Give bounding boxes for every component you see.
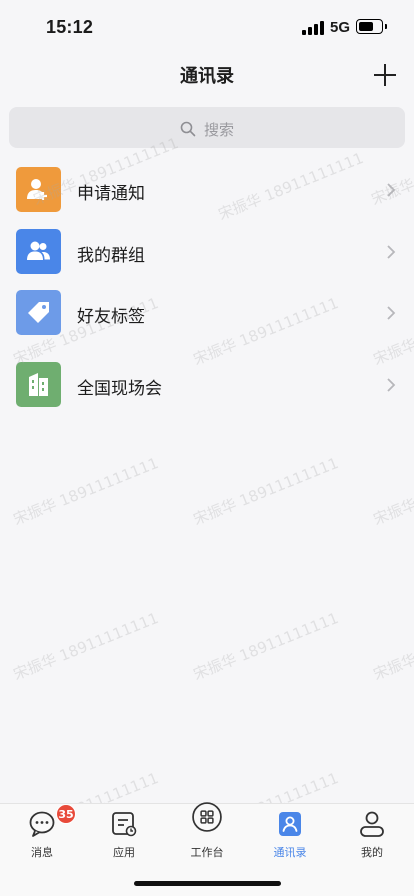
building-icon: [29, 373, 48, 396]
menu-icon-bg: [16, 362, 61, 407]
chevron-right-icon: [387, 378, 396, 392]
page-title: 通讯录: [180, 66, 234, 87]
menu-item-apply-notice[interactable]: 申请通知: [0, 160, 414, 220]
search-bar[interactable]: 搜索: [9, 107, 405, 148]
menu-icon-bg: [16, 229, 61, 274]
tab-label: 应用: [113, 846, 135, 859]
battery-icon: [356, 19, 383, 34]
watermark: 宋振华 18911111111: [10, 608, 161, 684]
signal-icon: [302, 21, 324, 35]
watermark: 宋振华 18911111111: [10, 453, 161, 529]
tab-contacts[interactable]: 通讯录: [255, 804, 325, 866]
chevron-right-icon: [387, 183, 396, 197]
tag-icon: [28, 302, 49, 323]
search-placeholder: 搜索: [203, 121, 234, 139]
app-icon: [112, 812, 137, 837]
watermark: 宋振华 18911111111: [370, 609, 414, 684]
menu-item-label: 好友标签: [77, 307, 145, 327]
status-bar: 15:12 5G: [0, 0, 414, 54]
plus-icon: [374, 64, 396, 86]
tab-profile[interactable]: 我的: [337, 804, 407, 866]
search-icon: [180, 121, 196, 136]
watermark: 宋振华 18911111111: [190, 608, 341, 684]
battery-tip: [385, 24, 387, 29]
chevron-right-icon: [387, 306, 396, 320]
network-label: 5G: [330, 19, 351, 36]
menu-icon-bg: [16, 167, 61, 212]
chevron-right-icon: [387, 245, 396, 259]
menu-item-label: 全国现场会: [77, 379, 162, 399]
menu-item-my-groups[interactable]: 我的群组: [0, 222, 414, 282]
menu-icon-bg: [16, 290, 61, 335]
user-add-icon: [27, 179, 47, 200]
watermark: 宋振华 18911111111: [370, 454, 414, 529]
menu-item-label: 申请通知: [77, 184, 145, 204]
tab-label: 我的: [361, 846, 383, 859]
tab-apps[interactable]: 应用: [89, 804, 159, 866]
watermark: 宋振华 18911111111: [190, 453, 341, 529]
tab-label: 消息: [31, 846, 53, 859]
unread-badge: 35: [56, 804, 76, 824]
header: 通讯录: [0, 54, 414, 94]
contacts-icon: [279, 812, 301, 836]
status-time: 15:12: [46, 17, 94, 37]
profile-icon: [360, 811, 384, 837]
menu-item-label: 我的群组: [77, 246, 145, 266]
group-icon: [27, 241, 50, 260]
message-icon: [29, 811, 55, 837]
menu-item-national-meeting[interactable]: 全国现场会: [0, 355, 414, 415]
tab-workbench[interactable]: 工作台: [172, 802, 242, 866]
tab-label: 工作台: [190, 846, 224, 859]
home-indicator: [134, 881, 281, 886]
workbench-icon: [192, 802, 222, 832]
add-contact-button[interactable]: [373, 63, 397, 87]
tab-label: 通讯录: [273, 846, 307, 859]
menu-item-friend-tags[interactable]: 好友标签: [0, 283, 414, 343]
